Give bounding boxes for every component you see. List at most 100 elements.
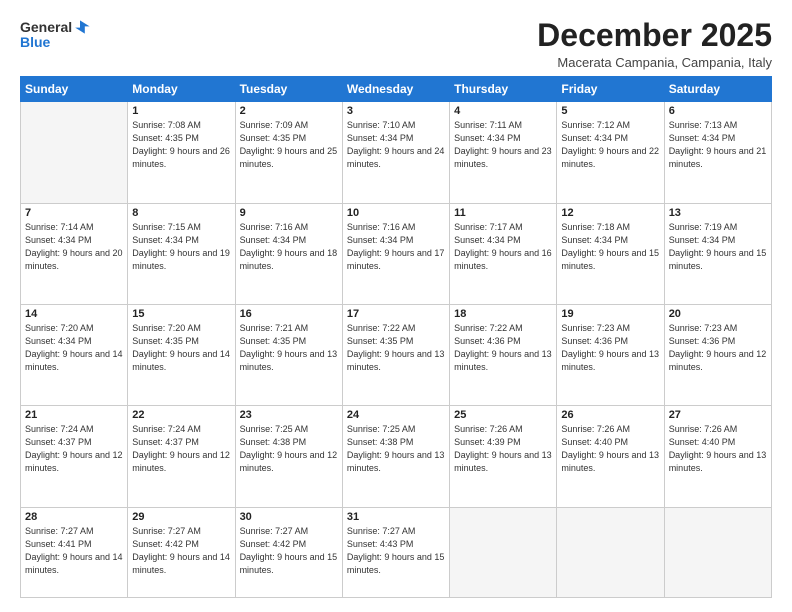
- calendar-day-cell: 16 Sunrise: 7:21 AMSunset: 4:35 PMDayligh…: [235, 304, 342, 405]
- day-number: 14: [25, 308, 123, 320]
- day-info: Sunrise: 7:23 AMSunset: 4:36 PMDaylight:…: [561, 322, 659, 374]
- calendar-day-cell: 19 Sunrise: 7:23 AMSunset: 4:36 PMDayligh…: [557, 304, 664, 405]
- day-number: 20: [669, 308, 767, 320]
- logo-icon: [74, 18, 92, 36]
- calendar-day-cell: 13 Sunrise: 7:19 AMSunset: 4:34 PMDayligh…: [664, 203, 771, 304]
- day-number: 18: [454, 308, 552, 320]
- calendar-week-row: 7 Sunrise: 7:14 AMSunset: 4:34 PMDaylight…: [21, 203, 772, 304]
- day-number: 8: [132, 207, 230, 219]
- day-number: 5: [561, 105, 659, 117]
- day-info: Sunrise: 7:27 AMSunset: 4:42 PMDaylight:…: [132, 525, 230, 577]
- calendar-table: SundayMondayTuesdayWednesdayThursdayFrid…: [20, 76, 772, 598]
- calendar-day-cell: 12 Sunrise: 7:18 AMSunset: 4:34 PMDayligh…: [557, 203, 664, 304]
- calendar-day-cell: 24Sunrise: 7:25 AMSunset: 4:38 PMDayligh…: [342, 406, 449, 507]
- header: General Blue December 2025 Macerata Camp…: [20, 18, 772, 70]
- day-number: 21: [25, 409, 123, 421]
- day-info: Sunrise: 7:26 AMSunset: 4:40 PMDaylight:…: [561, 423, 659, 475]
- day-info: Sunrise: 7:20 AMSunset: 4:35 PMDaylight:…: [132, 322, 230, 374]
- day-number: 4: [454, 105, 552, 117]
- calendar-day-cell: 31 Sunrise: 7:27 AMSunset: 4:43 PMDayligh…: [342, 507, 449, 598]
- day-info: Sunrise: 7:22 AMSunset: 4:36 PMDaylight:…: [454, 322, 552, 374]
- day-info: Sunrise: 7:17 AMSunset: 4:34 PMDaylight:…: [454, 221, 552, 273]
- day-info: Sunrise: 7:18 AMSunset: 4:34 PMDaylight:…: [561, 221, 659, 273]
- calendar-day-cell: 27Sunrise: 7:26 AMSunset: 4:40 PMDayligh…: [664, 406, 771, 507]
- day-info: Sunrise: 7:14 AMSunset: 4:34 PMDaylight:…: [25, 221, 123, 273]
- day-number: 7: [25, 207, 123, 219]
- calendar-day-cell: 2 Sunrise: 7:09 AMSunset: 4:35 PMDaylight…: [235, 102, 342, 203]
- calendar-day-cell: 22Sunrise: 7:24 AMSunset: 4:37 PMDayligh…: [128, 406, 235, 507]
- calendar-day-cell: 1 Sunrise: 7:08 AMSunset: 4:35 PMDaylight…: [128, 102, 235, 203]
- day-info: Sunrise: 7:22 AMSunset: 4:35 PMDaylight:…: [347, 322, 445, 374]
- calendar-week-row: 14 Sunrise: 7:20 AMSunset: 4:34 PMDayligh…: [21, 304, 772, 405]
- calendar-day-cell: 5 Sunrise: 7:12 AMSunset: 4:34 PMDaylight…: [557, 102, 664, 203]
- calendar-day-cell: 18 Sunrise: 7:22 AMSunset: 4:36 PMDayligh…: [450, 304, 557, 405]
- calendar-col-header: Monday: [128, 77, 235, 102]
- day-number: 25: [454, 409, 552, 421]
- month-title: December 2025: [537, 18, 772, 53]
- day-number: 1: [132, 105, 230, 117]
- calendar-header-row: SundayMondayTuesdayWednesdayThursdayFrid…: [21, 77, 772, 102]
- calendar-week-row: 28Sunrise: 7:27 AMSunset: 4:41 PMDayligh…: [21, 507, 772, 598]
- calendar-day-cell: 26 Sunrise: 7:26 AMSunset: 4:40 PMDayligh…: [557, 406, 664, 507]
- day-number: 12: [561, 207, 659, 219]
- day-info: Sunrise: 7:08 AMSunset: 4:35 PMDaylight:…: [132, 119, 230, 171]
- calendar-day-cell: 30Sunrise: 7:27 AMSunset: 4:42 PMDayligh…: [235, 507, 342, 598]
- day-info: Sunrise: 7:16 AMSunset: 4:34 PMDaylight:…: [240, 221, 338, 273]
- calendar-day-cell: 17 Sunrise: 7:22 AMSunset: 4:35 PMDayligh…: [342, 304, 449, 405]
- calendar-col-header: Friday: [557, 77, 664, 102]
- day-number: 11: [454, 207, 552, 219]
- day-info: Sunrise: 7:19 AMSunset: 4:34 PMDaylight:…: [669, 221, 767, 273]
- day-number: 13: [669, 207, 767, 219]
- day-info: Sunrise: 7:20 AMSunset: 4:34 PMDaylight:…: [25, 322, 123, 374]
- day-number: 17: [347, 308, 445, 320]
- day-number: 9: [240, 207, 338, 219]
- day-number: 16: [240, 308, 338, 320]
- page: General Blue December 2025 Macerata Camp…: [0, 0, 792, 612]
- logo: General Blue: [20, 18, 92, 50]
- calendar-day-cell: 4 Sunrise: 7:11 AMSunset: 4:34 PMDaylight…: [450, 102, 557, 203]
- calendar-day-cell: 25 Sunrise: 7:26 AMSunset: 4:39 PMDayligh…: [450, 406, 557, 507]
- calendar-day-cell: 29 Sunrise: 7:27 AMSunset: 4:42 PMDayligh…: [128, 507, 235, 598]
- day-info: Sunrise: 7:12 AMSunset: 4:34 PMDaylight:…: [561, 119, 659, 171]
- calendar-day-cell: 23Sunrise: 7:25 AMSunset: 4:38 PMDayligh…: [235, 406, 342, 507]
- day-info: Sunrise: 7:27 AMSunset: 4:43 PMDaylight:…: [347, 525, 445, 577]
- day-info: Sunrise: 7:26 AMSunset: 4:39 PMDaylight:…: [454, 423, 552, 475]
- calendar-day-cell: 9 Sunrise: 7:16 AMSunset: 4:34 PMDaylight…: [235, 203, 342, 304]
- calendar-day-cell: [21, 102, 128, 203]
- day-info: Sunrise: 7:13 AMSunset: 4:34 PMDaylight:…: [669, 119, 767, 171]
- day-number: 31: [347, 511, 445, 523]
- day-number: 2: [240, 105, 338, 117]
- day-number: 19: [561, 308, 659, 320]
- day-number: 28: [25, 511, 123, 523]
- calendar-day-cell: 3 Sunrise: 7:10 AMSunset: 4:34 PMDaylight…: [342, 102, 449, 203]
- day-info: Sunrise: 7:09 AMSunset: 4:35 PMDaylight:…: [240, 119, 338, 171]
- logo-general-text: General: [20, 19, 72, 35]
- day-info: Sunrise: 7:11 AMSunset: 4:34 PMDaylight:…: [454, 119, 552, 171]
- day-info: Sunrise: 7:10 AMSunset: 4:34 PMDaylight:…: [347, 119, 445, 171]
- calendar-col-header: Saturday: [664, 77, 771, 102]
- day-info: Sunrise: 7:27 AMSunset: 4:42 PMDaylight:…: [240, 525, 338, 577]
- day-info: Sunrise: 7:26 AMSunset: 4:40 PMDaylight:…: [669, 423, 767, 475]
- day-info: Sunrise: 7:21 AMSunset: 4:35 PMDaylight:…: [240, 322, 338, 374]
- calendar-day-cell: [450, 507, 557, 598]
- day-info: Sunrise: 7:15 AMSunset: 4:34 PMDaylight:…: [132, 221, 230, 273]
- calendar-day-cell: 14 Sunrise: 7:20 AMSunset: 4:34 PMDayligh…: [21, 304, 128, 405]
- day-info: Sunrise: 7:23 AMSunset: 4:36 PMDaylight:…: [669, 322, 767, 374]
- calendar-day-cell: 20 Sunrise: 7:23 AMSunset: 4:36 PMDayligh…: [664, 304, 771, 405]
- day-number: 15: [132, 308, 230, 320]
- day-number: 29: [132, 511, 230, 523]
- day-info: Sunrise: 7:24 AMSunset: 4:37 PMDaylight:…: [132, 423, 230, 475]
- calendar-day-cell: 15 Sunrise: 7:20 AMSunset: 4:35 PMDayligh…: [128, 304, 235, 405]
- day-number: 10: [347, 207, 445, 219]
- day-number: 23: [240, 409, 338, 421]
- calendar-col-header: Tuesday: [235, 77, 342, 102]
- day-number: 3: [347, 105, 445, 117]
- day-number: 26: [561, 409, 659, 421]
- logo-blue-text: Blue: [20, 34, 50, 50]
- calendar-day-cell: 6 Sunrise: 7:13 AMSunset: 4:34 PMDaylight…: [664, 102, 771, 203]
- calendar-day-cell: 28Sunrise: 7:27 AMSunset: 4:41 PMDayligh…: [21, 507, 128, 598]
- day-number: 6: [669, 105, 767, 117]
- location-subtitle: Macerata Campania, Campania, Italy: [537, 55, 772, 70]
- day-info: Sunrise: 7:16 AMSunset: 4:34 PMDaylight:…: [347, 221, 445, 273]
- calendar-day-cell: [664, 507, 771, 598]
